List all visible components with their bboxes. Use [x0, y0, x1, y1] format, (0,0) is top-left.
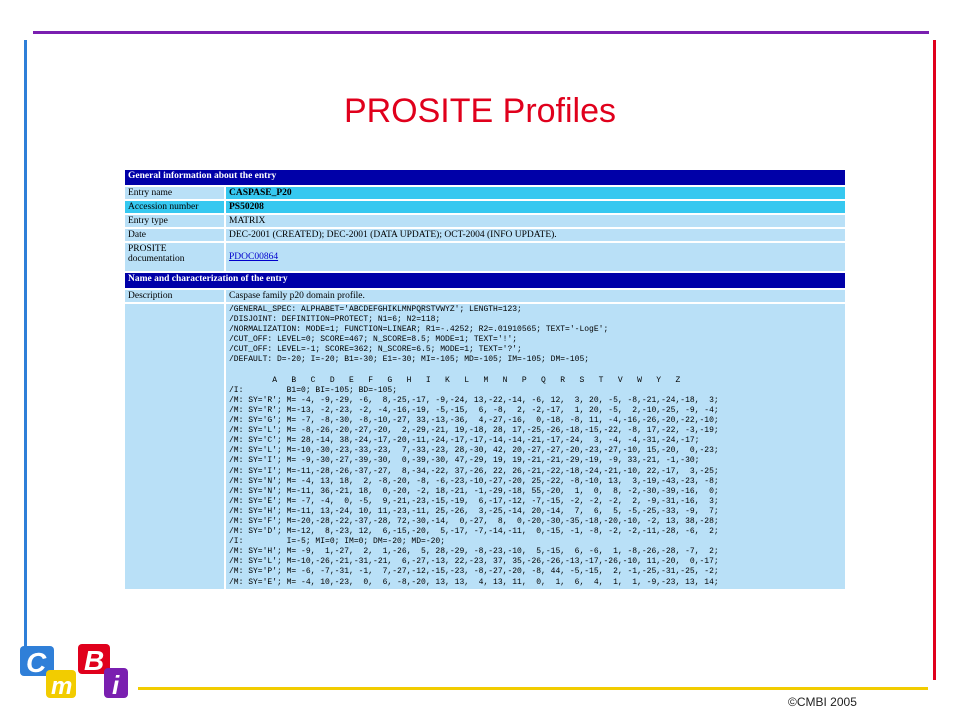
- section-general-header: General information about the entry: [125, 170, 845, 185]
- section-name-header: Name and characterization of the entry: [125, 273, 845, 288]
- entry-type-value: MATRIX: [226, 215, 845, 227]
- entry-name-label: Entry name: [125, 187, 224, 199]
- profile-matrix-cell: /GENERAL_SPEC: ALPHABET='ABCDEFGHIKLMNPQ…: [226, 304, 845, 589]
- bottom-rule: [138, 687, 928, 690]
- matrix-label-cell: [125, 304, 224, 589]
- svg-text:m: m: [51, 673, 72, 700]
- documentation-value: PDOC00864: [226, 243, 845, 271]
- entry-type-label: Entry type: [125, 215, 224, 227]
- accession-number-value: PS50208: [226, 201, 845, 213]
- entry-table: General information about the entry Entr…: [123, 168, 847, 591]
- table-row: Date DEC-2001 (CREATED); DEC-2001 (DATA …: [125, 229, 845, 241]
- entry-name-value: CASPASE_P20: [226, 187, 845, 199]
- slide-title: PROSITE Profiles: [343, 92, 617, 130]
- table-row: PROSITE documentation PDOC00864: [125, 243, 845, 271]
- description-value: Caspase family p20 domain profile.: [226, 290, 845, 302]
- right-rule: [933, 40, 936, 680]
- table-row: Entry type MATRIX: [125, 215, 845, 227]
- svg-text:B: B: [84, 645, 104, 676]
- svg-text:C: C: [26, 647, 47, 678]
- accession-number-label: Accession number: [125, 201, 224, 213]
- description-label: Description: [125, 290, 224, 302]
- table-row: Accession number PS50208: [125, 201, 845, 213]
- pdoc-link[interactable]: PDOC00864: [229, 252, 278, 262]
- section-header-row: General information about the entry: [125, 170, 845, 185]
- table-row: Entry name CASPASE_P20: [125, 187, 845, 199]
- left-rule: [24, 40, 27, 648]
- copyright-text: ©CMBI 2005: [788, 695, 857, 709]
- documentation-label: PROSITE documentation: [125, 243, 224, 271]
- date-label: Date: [125, 229, 224, 241]
- section-header-row: Name and characterization of the entry: [125, 273, 845, 288]
- prosite-entry-screenshot: General information about the entry Entr…: [123, 168, 847, 642]
- date-value: DEC-2001 (CREATED); DEC-2001 (DATA UPDAT…: [226, 229, 845, 241]
- table-row: /GENERAL_SPEC: ALPHABET='ABCDEFGHIKLMNPQ…: [125, 304, 845, 589]
- table-row: Description Caspase family p20 domain pr…: [125, 290, 845, 302]
- profile-matrix: /GENERAL_SPEC: ALPHABET='ABCDEFGHIKLMNPQ…: [229, 305, 719, 587]
- top-rule: [33, 31, 929, 34]
- svg-text:i: i: [112, 670, 120, 700]
- cmbi-logo: C m B i: [20, 644, 128, 700]
